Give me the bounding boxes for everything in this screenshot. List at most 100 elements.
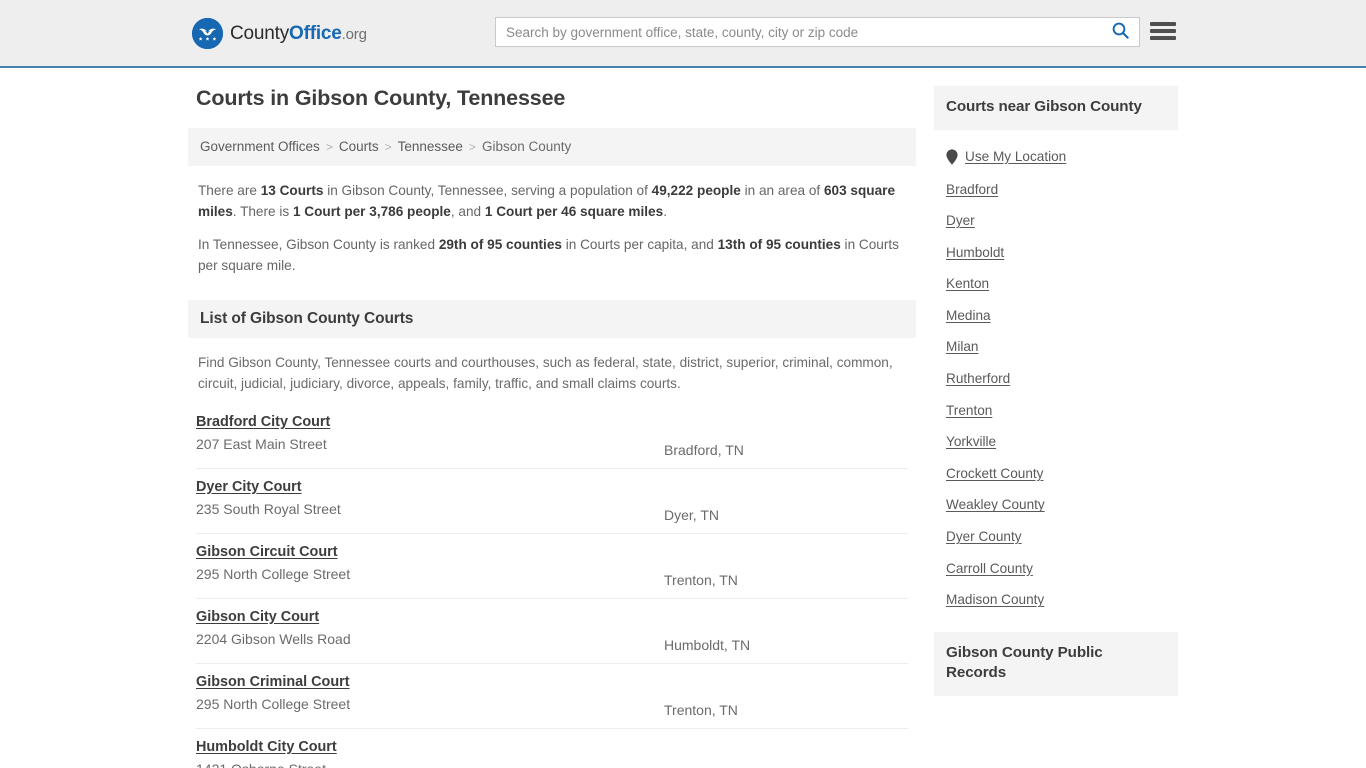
- sidebar-item-trenton[interactable]: Trenton: [934, 395, 1178, 427]
- stats-text: in Courts per capita, and: [561, 236, 718, 252]
- court-city: Bradford, TN: [664, 441, 744, 458]
- breadcrumb-separator-icon: >: [325, 139, 333, 154]
- page-body: Courts in Gibson County, Tennessee Gover…: [0, 68, 1366, 768]
- court-city: Humboldt, TN: [664, 636, 751, 653]
- search-icon: [1112, 22, 1129, 42]
- hamburger-menu-button[interactable]: [1150, 20, 1176, 42]
- breadcrumb-separator-icon: >: [384, 139, 392, 154]
- site-header: CountyOffice.org: [0, 0, 1366, 68]
- court-city: Dyer, TN: [664, 506, 719, 523]
- stat-courts-per-area: 1 Court per 46 square miles: [484, 203, 664, 219]
- stat-rank-per-capita: 29th of 95 counties: [438, 236, 562, 252]
- table-row: Bradford City Court 207 East Main Street…: [196, 404, 908, 469]
- sidebar-public-records-heading: Gibson County Public Records: [946, 643, 1103, 682]
- breadcrumb-item-courts[interactable]: Courts: [339, 139, 379, 154]
- stats-paragraph-2: In Tennessee, Gibson County is ranked 29…: [198, 234, 906, 276]
- court-address: 207 East Main Street: [196, 435, 327, 452]
- sidebar-card-header: Gibson County Public Records: [934, 631, 1178, 696]
- brand-part-office: Office: [289, 23, 342, 44]
- stats-text: .: [663, 203, 667, 219]
- search-input[interactable]: [496, 18, 1101, 46]
- sidebar-item-carroll-county[interactable]: Carroll County: [934, 553, 1178, 585]
- sidebar-item-label: Rutherford: [946, 371, 1011, 387]
- courts-list-description-text: Find Gibson County, Tennessee courts and…: [198, 354, 893, 391]
- site-logo-link[interactable]: CountyOffice.org: [192, 18, 367, 49]
- sidebar-item-madison-county[interactable]: Madison County: [934, 584, 1178, 616]
- sidebar-item-label: Weakley County: [946, 497, 1045, 513]
- search-submit-button[interactable]: [1101, 18, 1139, 46]
- courts-list-heading: List of Gibson County Courts: [200, 309, 414, 327]
- sidebar-item-crockett-county[interactable]: Crockett County: [934, 458, 1178, 490]
- sidebar-item-label: Dyer County: [946, 529, 1022, 545]
- page-title: Courts in Gibson County, Tennessee: [196, 86, 566, 110]
- sidebar-item-weakley-county[interactable]: Weakley County: [934, 489, 1178, 521]
- sidebar: Courts near Gibson County Use My Locatio…: [934, 86, 1178, 768]
- sidebar-item-label: Trenton: [946, 402, 993, 418]
- sidebar-item-label: Dyer: [946, 213, 975, 229]
- court-address: 235 South Royal Street: [196, 500, 341, 517]
- sidebar-item-label: Milan: [946, 339, 979, 355]
- courts-list-description: Find Gibson County, Tennessee courts and…: [188, 338, 916, 404]
- main-column: Courts in Gibson County, Tennessee Gover…: [188, 86, 916, 768]
- breadcrumb-item-tennessee[interactable]: Tennessee: [398, 139, 463, 154]
- sidebar-item-label: Madison County: [946, 592, 1045, 608]
- table-row: Gibson Criminal Court 295 North College …: [196, 664, 908, 729]
- sidebar-item-label: Use My Location: [965, 148, 1067, 164]
- stat-courts-per-people: 1 Court per 3,786 people: [292, 203, 451, 219]
- sidebar-item-bradford[interactable]: Bradford: [934, 174, 1178, 206]
- sidebar-item-humboldt[interactable]: Humboldt: [934, 237, 1178, 269]
- stats-text: In Tennessee, Gibson County is ranked: [198, 236, 439, 252]
- court-address: 1421 Osborne Street: [196, 761, 908, 768]
- sidebar-item-rutherford[interactable]: Rutherford: [934, 363, 1178, 395]
- sidebar-card-courts-nearby: Courts near Gibson County Use My Locatio…: [934, 86, 1178, 620]
- court-name-link[interactable]: Bradford City Court: [196, 414, 330, 430]
- court-name-link[interactable]: Dyer City Court: [196, 479, 302, 495]
- court-name-link[interactable]: Gibson City Court: [196, 609, 319, 625]
- court-name-link[interactable]: Gibson Circuit Court: [196, 544, 338, 560]
- court-city: Trenton, TN: [664, 701, 738, 718]
- breadcrumb-item-government-offices[interactable]: Government Offices: [200, 139, 320, 154]
- court-name-link[interactable]: Humboldt City Court: [196, 739, 337, 755]
- stat-rank-per-square-mile: 13th of 95 counties: [717, 236, 841, 252]
- sidebar-nearby-links: Use My Location Bradford Dyer Humboldt K…: [934, 130, 1178, 620]
- stats-text: in an area of: [740, 182, 824, 198]
- search-bar: [495, 17, 1140, 47]
- hamburger-bar-3: [1150, 36, 1176, 40]
- site-logo-text: CountyOffice.org: [230, 24, 367, 43]
- stats-text: . There is: [232, 203, 293, 219]
- breadcrumb-separator-icon: >: [468, 139, 476, 154]
- stats-paragraph-1: There are 13 Courts in Gibson County, Te…: [198, 180, 906, 222]
- stats-text: , and: [450, 203, 485, 219]
- sidebar-item-dyer[interactable]: Dyer: [934, 205, 1178, 237]
- sidebar-item-label: Kenton: [946, 276, 990, 292]
- hamburger-bar-1: [1150, 22, 1176, 26]
- sidebar-item-label: Medina: [946, 307, 991, 323]
- court-name-link[interactable]: Gibson Criminal Court: [196, 674, 350, 690]
- sidebar-item-label: Yorkville: [946, 434, 997, 450]
- table-row: Gibson Circuit Court 295 North College S…: [196, 534, 908, 599]
- sidebar-item-label: Bradford: [946, 181, 999, 197]
- court-address: 295 North College Street: [196, 695, 351, 712]
- sidebar-card-header: Courts near Gibson County: [934, 86, 1178, 130]
- sidebar-item-use-my-location[interactable]: Use My Location: [934, 140, 1178, 174]
- sidebar-item-yorkville[interactable]: Yorkville: [934, 426, 1178, 458]
- stats-text: in Gibson County, Tennessee, serving a p…: [323, 182, 652, 198]
- stat-population: 49,222 people: [651, 182, 741, 198]
- sidebar-item-medina[interactable]: Medina: [934, 300, 1178, 332]
- brand-part-county: County: [230, 23, 290, 44]
- sidebar-item-label: Crockett County: [946, 465, 1044, 481]
- sidebar-item-label: Carroll County: [946, 560, 1033, 576]
- brand-part-tld: .org: [341, 26, 367, 43]
- courts-list-section-header: List of Gibson County Courts: [188, 299, 916, 338]
- table-row: Gibson City Court 2204 Gibson Wells Road…: [196, 599, 908, 664]
- content-container: Courts in Gibson County, Tennessee Gover…: [188, 86, 1178, 768]
- sidebar-item-dyer-county[interactable]: Dyer County: [934, 521, 1178, 553]
- map-pin-icon: [946, 148, 958, 165]
- sidebar-item-milan[interactable]: Milan: [934, 331, 1178, 363]
- stats-text: There are: [198, 182, 261, 198]
- courts-list: Bradford City Court 207 East Main Street…: [196, 404, 908, 768]
- sidebar-item-kenton[interactable]: Kenton: [934, 268, 1178, 300]
- sidebar-card-public-records: Gibson County Public Records: [934, 631, 1178, 696]
- breadcrumb: Government Offices > Courts > Tennessee …: [188, 127, 916, 166]
- stat-court-count: 13 Courts: [260, 182, 324, 198]
